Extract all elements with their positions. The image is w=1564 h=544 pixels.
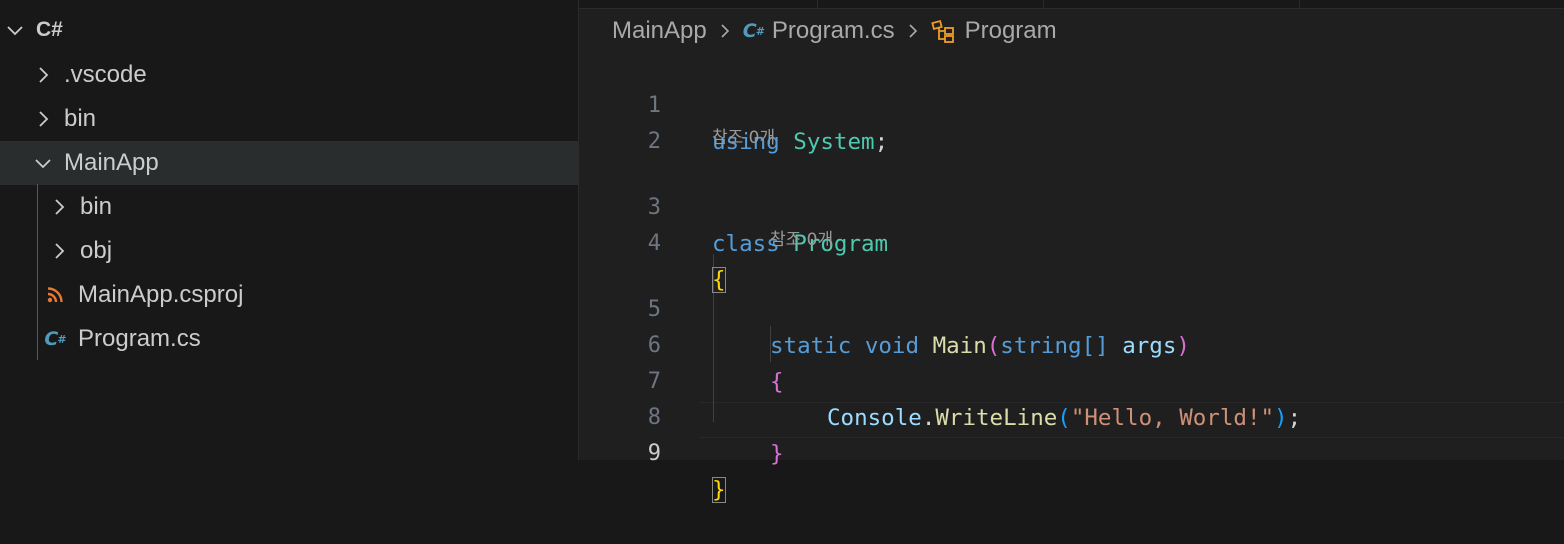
breadcrumb-symbol[interactable]: Program: [965, 17, 1057, 45]
explorer-root-label: C#: [36, 18, 63, 41]
tree-item-program-cs[interactable]: C # Program.cs: [0, 317, 578, 361]
code-line-9: 9 }: [579, 400, 1564, 503]
explorer-sidebar: C# .vscode bin MainApp bin obj MainApp.c…: [0, 0, 579, 460]
tree-item-obj[interactable]: obj: [0, 229, 578, 273]
code-line-1: 1 using System;: [579, 52, 1564, 155]
tree-item-label: .vscode: [64, 61, 147, 88]
token-bracket: }: [770, 441, 784, 467]
codelens-references[interactable]: 참조 0개: [712, 123, 775, 153]
tree-item-label: Program.cs: [78, 325, 201, 352]
chevron-right-icon: [48, 196, 70, 218]
chevron-down-icon: [32, 152, 54, 174]
code-line-7: 7 Console.WriteLine("Hello, World!");: [579, 328, 1564, 431]
chevron-right-icon: [32, 64, 54, 86]
csharp-icon: C #: [44, 328, 66, 350]
code-line-5: 5 static void Main(string[] args): [579, 256, 1564, 359]
explorer-root-folder[interactable]: C#: [0, 8, 578, 52]
tree-item-bin[interactable]: bin: [0, 97, 578, 141]
token-bracket: }: [712, 477, 726, 503]
tab-divider: [1043, 0, 1044, 8]
chevron-down-icon: [4, 19, 26, 41]
tree-item-label: bin: [64, 105, 97, 132]
breadcrumb: MainApp C # Program.cs Program: [612, 14, 1057, 48]
tab-divider: [1299, 0, 1300, 8]
code-line-4: 4 {: [579, 190, 1564, 293]
line-number-active: 9: [647, 441, 661, 466]
codelens-references[interactable]: 참조 0개: [770, 225, 833, 255]
chevron-right-icon: [717, 22, 733, 40]
tree-item-csproj[interactable]: MainApp.csproj: [0, 273, 578, 317]
tree-item-label: bin: [80, 193, 113, 220]
editor-pane: MainApp C # Program.cs Program 1 using Sy…: [579, 0, 1564, 503]
code-line-8: 8 }: [579, 364, 1564, 467]
breadcrumb-folder[interactable]: MainApp: [612, 17, 707, 45]
tab-strip: [579, 0, 1564, 9]
token-punct: ;: [874, 129, 889, 155]
tree-item-vscode[interactable]: .vscode: [0, 53, 578, 97]
tree-item-mainapp-bin[interactable]: bin: [0, 185, 578, 229]
csharp-icon: C #: [742, 20, 765, 42]
chevron-right-icon: [48, 240, 70, 262]
tree-item-label: MainApp.csproj: [78, 281, 244, 308]
chevron-right-icon: [32, 108, 54, 130]
tree-item-mainapp[interactable]: MainApp: [0, 141, 578, 185]
tree-item-label: MainApp: [64, 149, 159, 176]
tab-divider: [817, 0, 818, 8]
rss-icon: [44, 284, 66, 306]
class-symbol-icon: [930, 19, 957, 43]
code-editor[interactable]: 1 using System; 2 참조 0개 3 class Program …: [579, 50, 1564, 503]
code-line-2: 2: [579, 88, 1564, 154]
code-line-3: 3 class Program: [579, 154, 1564, 257]
code-line-6: 6 {: [579, 292, 1564, 395]
breadcrumb-file[interactable]: Program.cs: [772, 17, 895, 45]
chevron-right-icon: [905, 22, 921, 40]
token-namespace: System: [793, 129, 875, 155]
tree-item-label: obj: [80, 237, 113, 264]
